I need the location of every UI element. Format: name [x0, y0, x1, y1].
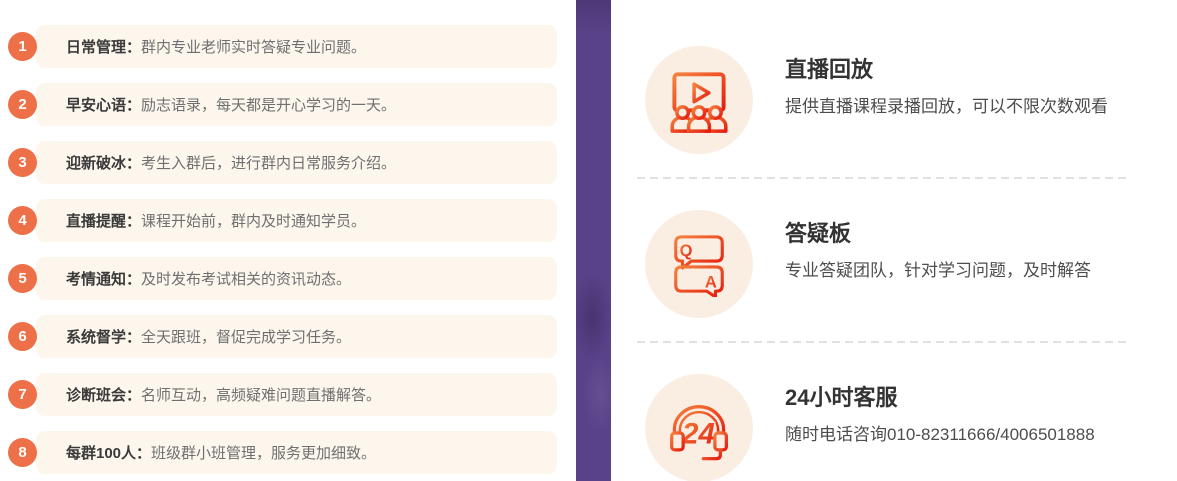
- item-desc: 名师互动，高频疑难问题直播解答。: [141, 384, 381, 405]
- item-number-badge: 3: [8, 148, 37, 177]
- item-bar: 考情通知：及时发布考试相关的资讯动态。: [36, 257, 557, 300]
- list-item: 7 诊断班会：名师互动，高频疑难问题直播解答。: [8, 372, 557, 417]
- item-bar: 每群100人：班级群小班管理，服务更加细致。: [36, 431, 557, 474]
- item-desc: 课程开始前，群内及时通知学员。: [141, 210, 366, 231]
- qa-board-icon: Q A: [668, 231, 730, 297]
- item-title: 早安心语：: [66, 94, 141, 115]
- list-item: 8 每群100人：班级群小班管理，服务更加细致。: [8, 430, 557, 475]
- feature-title: 24小时客服: [785, 386, 1095, 410]
- item-desc: 全天跟班，督促完成学习任务。: [141, 326, 351, 347]
- item-desc: 励志语录，每天都是开心学习的一天。: [141, 94, 396, 115]
- item-desc: 班级群小班管理，服务更加细致。: [151, 442, 376, 463]
- item-bar: 直播提醒：课程开始前，群内及时通知学员。: [36, 199, 557, 242]
- feature-text: 24小时客服 随时电话咨询010-82311666/4006501888: [785, 374, 1095, 445]
- feature-desc: 提供直播课程录播回放，可以不限次数观看: [785, 97, 1108, 117]
- feature-title: 直播回放: [785, 58, 1108, 82]
- svg-text:A: A: [705, 274, 717, 292]
- item-bar: 早安心语：励志语录，每天都是开心学习的一天。: [36, 83, 557, 126]
- item-title: 每群100人：: [66, 442, 151, 463]
- feature-text: 直播回放 提供直播课程录播回放，可以不限次数观看: [785, 46, 1108, 117]
- item-desc: 考生入群后，进行群内日常服务介绍。: [141, 152, 396, 173]
- feature-text: 答疑板 专业答疑团队，针对学习问题，及时解答: [785, 210, 1091, 281]
- item-title: 诊断班会：: [66, 384, 141, 405]
- qa-board-icon: Q A: [645, 210, 753, 318]
- list-item: 3 迎新破冰：考生入群后，进行群内日常服务介绍。: [8, 140, 557, 185]
- item-number-badge: 4: [8, 206, 37, 235]
- item-title: 系统督学：: [66, 326, 141, 347]
- svg-text:24: 24: [681, 417, 715, 450]
- feature-live-playback: 直播回放 提供直播课程录播回放，可以不限次数观看: [645, 46, 1108, 154]
- list-item: 5 考情通知：及时发布考试相关的资讯动态。: [8, 256, 557, 301]
- item-bar: 日常管理：群内专业老师实时答疑专业问题。: [36, 25, 557, 68]
- list-item: 2 早安心语：励志语录，每天都是开心学习的一天。: [8, 82, 557, 127]
- item-number-badge: 8: [8, 438, 37, 467]
- item-number-badge: 5: [8, 264, 37, 293]
- feature-24h-service: 24 24小时客服 随时电话咨询010-82311666/4006501888: [645, 374, 1095, 481]
- item-title: 迎新破冰：: [66, 152, 141, 173]
- purple-divider-band: [576, 0, 611, 481]
- item-bar: 系统督学：全天跟班，督促完成学习任务。: [36, 315, 557, 358]
- item-desc: 群内专业老师实时答疑专业问题。: [141, 36, 366, 57]
- item-number-badge: 7: [8, 380, 37, 409]
- divider: [637, 177, 1129, 179]
- item-number-badge: 1: [8, 32, 37, 61]
- live-playback-icon: [645, 46, 753, 154]
- group-services-panel: 1 日常管理：群内专业老师实时答疑专业问题。 2 早安心语：励志语录，每天都是开…: [0, 0, 1177, 481]
- feature-desc: 随时电话咨询010-82311666/4006501888: [785, 425, 1095, 445]
- item-desc: 及时发布考试相关的资讯动态。: [141, 268, 351, 289]
- live-playback-icon: [664, 65, 734, 135]
- item-bar: 诊断班会：名师互动，高频疑难问题直播解答。: [36, 373, 557, 416]
- feature-qa-board: Q A 答疑板 专业答疑团队，针对学习问题，及时解答: [645, 210, 1091, 318]
- list-item: 1 日常管理：群内专业老师实时答疑专业问题。: [8, 24, 557, 69]
- item-title: 直播提醒：: [66, 210, 141, 231]
- feature-title: 答疑板: [785, 222, 1091, 246]
- list-item: 6 系统督学：全天跟班，督促完成学习任务。: [8, 314, 557, 359]
- item-number-badge: 6: [8, 322, 37, 351]
- list-item: 4 直播提醒：课程开始前，群内及时通知学员。: [8, 198, 557, 243]
- item-number-badge: 2: [8, 90, 37, 119]
- item-title: 日常管理：: [66, 36, 141, 57]
- headset-24-icon: 24: [663, 393, 735, 463]
- item-bar: 迎新破冰：考生入群后，进行群内日常服务介绍。: [36, 141, 557, 184]
- headset-24-icon: 24: [645, 374, 753, 481]
- svg-text:Q: Q: [680, 242, 693, 260]
- feature-desc: 专业答疑团队，针对学习问题，及时解答: [785, 261, 1091, 281]
- divider: [637, 341, 1129, 343]
- item-title: 考情通知：: [66, 268, 141, 289]
